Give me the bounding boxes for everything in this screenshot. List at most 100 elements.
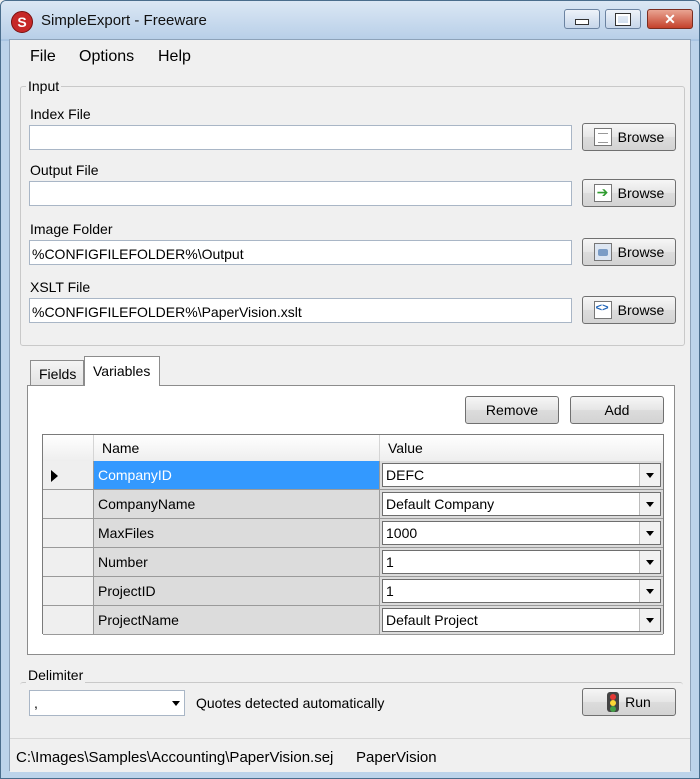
grid-corner	[43, 435, 94, 461]
app-logo-icon: S	[11, 11, 33, 33]
value-cell: Default Company	[380, 490, 663, 519]
name-cell[interactable]: CompanyID	[94, 461, 380, 490]
menu-bar: File Options Help	[10, 40, 690, 72]
quotes-note: Quotes detected automatically	[196, 695, 385, 711]
value-combo[interactable]: 1	[382, 550, 661, 574]
name-cell[interactable]: MaxFiles	[94, 519, 380, 548]
chevron-down-icon[interactable]	[639, 493, 660, 515]
close-icon: ✕	[664, 10, 676, 27]
chevron-down-icon[interactable]	[639, 464, 660, 486]
minimize-icon	[565, 10, 599, 28]
row-header[interactable]	[43, 577, 94, 606]
tab-fields[interactable]: Fields	[30, 360, 84, 386]
row-header[interactable]	[43, 519, 94, 548]
window-title: SimpleExport - Freeware	[41, 12, 207, 29]
status-bar: C:\Images\Samples\Accounting\PaperVision…	[10, 738, 690, 772]
value-text: 1	[386, 583, 394, 599]
value-cell: 1000	[380, 519, 663, 548]
row-header[interactable]	[43, 548, 94, 577]
value-text: 1	[386, 554, 394, 570]
maximize-icon	[606, 10, 640, 28]
table-row[interactable]: CompanyName Default Company	[43, 490, 663, 519]
value-cell: Default Project	[380, 606, 663, 635]
title-bar: S SimpleExport - Freeware ✕	[1, 1, 699, 39]
value-text: DEFC	[386, 467, 425, 483]
table-row[interactable]: ProjectID 1	[43, 577, 663, 606]
value-combo[interactable]: 1	[382, 579, 661, 603]
value-text: Default Company	[386, 496, 495, 512]
input-group-label: Input	[26, 78, 62, 94]
row-header[interactable]	[43, 606, 94, 635]
delimiter-select[interactable]: ,	[29, 690, 185, 716]
traffic-light-icon	[607, 692, 620, 712]
variables-grid: Name Value CompanyID DEFC CompanyName De…	[42, 434, 664, 635]
delimiter-value: ,	[34, 695, 38, 711]
index-file-input[interactable]	[29, 125, 572, 150]
index-file-label: Index File	[30, 106, 91, 122]
image-folder-input[interactable]: %CONFIGFILEFOLDER%\Output	[29, 240, 572, 265]
chevron-down-icon[interactable]	[639, 609, 660, 631]
value-combo[interactable]: Default Project	[382, 608, 661, 632]
value-cell: 1	[380, 548, 663, 577]
row-header[interactable]	[43, 461, 94, 490]
menu-file[interactable]: File	[30, 48, 56, 66]
arrow-document-icon	[593, 184, 612, 202]
chevron-down-icon[interactable]	[639, 522, 660, 544]
status-label: PaperVision	[356, 749, 437, 766]
xml-icon	[593, 301, 612, 319]
delimiter-group-label: Delimiter	[26, 667, 86, 683]
chevron-down-icon[interactable]	[639, 580, 660, 602]
table-row[interactable]: MaxFiles 1000	[43, 519, 663, 548]
image-folder-browse-button[interactable]: Browse	[582, 238, 676, 266]
chevron-down-icon[interactable]	[639, 551, 660, 573]
remove-button[interactable]: Remove	[465, 396, 559, 424]
client-area: File Options Help Input Index File Brows…	[9, 39, 691, 772]
browse-label: Browse	[617, 302, 665, 318]
xslt-file-input[interactable]: %CONFIGFILEFOLDER%\PaperVision.xslt	[29, 298, 572, 323]
close-button[interactable]: ✕	[647, 9, 693, 29]
xslt-file-label: XSLT File	[30, 279, 91, 295]
menu-options[interactable]: Options	[79, 48, 134, 66]
status-path: C:\Images\Samples\Accounting\PaperVision…	[16, 749, 334, 766]
xslt-file-browse-button[interactable]: Browse	[582, 296, 676, 324]
variables-panel: Remove Add Name Value CompanyID DEFC Com…	[27, 385, 675, 655]
table-row[interactable]: CompanyID DEFC	[43, 461, 663, 490]
tab-variables[interactable]: Variables	[84, 356, 160, 386]
column-header-value[interactable]: Value	[380, 435, 663, 461]
grid-header: Name Value	[43, 435, 663, 462]
name-cell[interactable]: Number	[94, 548, 380, 577]
value-combo[interactable]: Default Company	[382, 492, 661, 516]
table-row[interactable]: ProjectName Default Project	[43, 606, 663, 635]
folder-icon	[593, 243, 612, 261]
value-text: 1000	[386, 525, 418, 541]
index-file-browse-button[interactable]: Browse	[582, 123, 676, 151]
row-header[interactable]	[43, 490, 94, 519]
browse-label: Browse	[617, 185, 665, 201]
value-cell: 1	[380, 577, 663, 606]
current-row-icon	[51, 470, 58, 482]
value-combo[interactable]: DEFC	[382, 463, 661, 487]
output-file-input[interactable]	[29, 181, 572, 206]
maximize-button[interactable]	[605, 9, 641, 29]
name-cell[interactable]: CompanyName	[94, 490, 380, 519]
value-text: Default Project	[386, 612, 478, 628]
minimize-button[interactable]	[564, 9, 600, 29]
browse-label: Browse	[617, 129, 665, 145]
output-file-label: Output File	[30, 162, 99, 178]
menu-help[interactable]: Help	[158, 48, 191, 66]
column-header-name[interactable]: Name	[94, 435, 380, 461]
document-icon	[593, 128, 612, 146]
value-cell: DEFC	[380, 461, 663, 490]
image-folder-label: Image Folder	[30, 221, 113, 237]
output-file-browse-button[interactable]: Browse	[582, 179, 676, 207]
table-row[interactable]: Number 1	[43, 548, 663, 577]
add-button[interactable]: Add	[570, 396, 664, 424]
name-cell[interactable]: ProjectName	[94, 606, 380, 635]
run-label: Run	[625, 694, 651, 710]
run-button[interactable]: Run	[582, 688, 676, 716]
value-combo[interactable]: 1000	[382, 521, 661, 545]
name-cell[interactable]: ProjectID	[94, 577, 380, 606]
chevron-down-icon	[172, 701, 180, 706]
browse-label: Browse	[617, 244, 665, 260]
app-window: S SimpleExport - Freeware ✕ File Options…	[0, 0, 700, 779]
